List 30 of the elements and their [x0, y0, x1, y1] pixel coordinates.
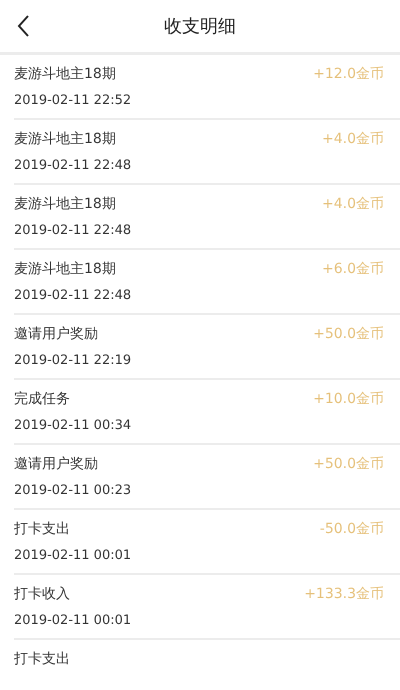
- record-title: 完成任务: [14, 390, 70, 408]
- record-time: 2019-02-11 22:48: [14, 288, 132, 303]
- record-title: 麦游斗地主18期: [14, 195, 116, 213]
- record-amount: +4.0金币: [322, 195, 384, 213]
- record-amount: -50.0金币: [320, 520, 384, 538]
- record-time: 2019-02-11 00:23: [14, 483, 132, 498]
- record-time: 2019-02-11 22:19: [14, 353, 132, 368]
- record-title: 打卡支出: [14, 650, 70, 668]
- record-amount: +10.0金币: [313, 390, 384, 408]
- record-amount: +50.0金币: [313, 325, 384, 343]
- record-title: 麦游斗地主18期: [14, 130, 116, 148]
- record-title: 打卡收入: [14, 585, 70, 603]
- record-time: 2019-02-11 00:01: [14, 613, 132, 628]
- record-time: 2019-02-11 00:01: [14, 548, 132, 563]
- record-title: 麦游斗地主18期: [14, 260, 116, 278]
- record-amount: +50.0金币: [313, 455, 384, 473]
- record-time: 2019-02-11 22:48: [14, 158, 132, 173]
- record-amount: +6.0金币: [322, 260, 384, 278]
- page-title: 收支明细: [164, 15, 236, 38]
- record-title: 邀请用户奖励: [14, 455, 98, 473]
- back-icon[interactable]: [16, 14, 30, 38]
- record-title: 打卡支出: [14, 520, 70, 538]
- record-time: 2019-02-11 00:34: [14, 418, 132, 433]
- record-title: 麦游斗地主18期: [14, 65, 116, 83]
- record-title: 邀请用户奖励: [14, 325, 98, 343]
- record-amount: +12.0金币: [313, 65, 384, 83]
- record-time: 2019-02-11 22:52: [14, 93, 132, 108]
- record-time: 2019-02-11 22:48: [14, 223, 132, 238]
- record-amount: +4.0金币: [322, 130, 384, 148]
- record-amount: +133.3金币: [304, 585, 384, 603]
